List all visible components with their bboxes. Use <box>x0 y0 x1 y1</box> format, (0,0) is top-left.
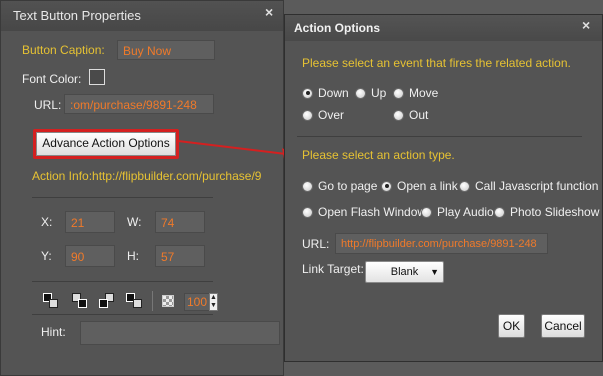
radio-label: Open Flash Window <box>318 205 427 219</box>
action-radio-open-flash-window[interactable]: Open Flash Window <box>302 205 426 219</box>
link-target-value: Blank <box>390 266 419 278</box>
bring-to-front-icon[interactable] <box>43 293 61 309</box>
radio-dot <box>355 87 366 99</box>
radio-label: Down <box>318 86 349 100</box>
action-url-label: URL: <box>302 237 330 251</box>
radio-label: Up <box>371 86 387 100</box>
radio-label: Over <box>318 108 345 122</box>
radio-dot <box>302 180 313 192</box>
right-close-icon[interactable]: × <box>582 17 590 33</box>
hint-label: Hint: <box>41 325 66 339</box>
action-radio-open-a-link[interactable]: Open a link <box>381 179 458 193</box>
separator <box>297 136 582 137</box>
action-radio-call-javascript[interactable]: Call Javascript function <box>459 179 598 193</box>
bring-forward-icon[interactable] <box>99 293 117 309</box>
opacity-input[interactable]: 100 <box>184 293 210 311</box>
url-input[interactable]: :om/purchase/9891-248 <box>64 94 214 114</box>
right-dialog-body: Please select an event that fires the re… <box>285 41 602 361</box>
event-radio-up[interactable]: Up <box>355 86 386 100</box>
separator <box>32 314 213 315</box>
toolbar-divider <box>152 291 153 311</box>
transparency-icon <box>162 295 174 307</box>
radio-dot <box>393 87 404 99</box>
radio-label: Move <box>409 86 439 100</box>
left-dialog-body: Button Caption: Buy Now Font Color: URL:… <box>1 31 283 375</box>
cancel-button[interactable]: Cancel <box>541 314 585 338</box>
pointer-arrow <box>178 140 296 159</box>
radio-label: Open a link <box>397 179 458 193</box>
separator <box>32 197 213 198</box>
link-target-label: Link Target: <box>302 262 364 276</box>
h-input[interactable]: 57 <box>155 245 205 267</box>
send-to-back-icon[interactable] <box>72 293 90 309</box>
action-options-dialog: Action Options × Please select an event … <box>284 14 603 362</box>
radio-label: Go to page <box>318 179 378 193</box>
event-radio-move[interactable]: Move <box>393 86 438 100</box>
hint-input[interactable] <box>80 321 280 345</box>
chevron-down-icon: ▼ <box>430 267 439 277</box>
radio-label: Play Audio <box>437 205 494 219</box>
y-input[interactable]: 90 <box>65 245 115 267</box>
action-radio-play-audio[interactable]: Play Audio <box>421 205 494 219</box>
text-button-properties-dialog: Text Button Properties × Button Caption:… <box>0 0 284 376</box>
radio-label: Out <box>409 108 429 122</box>
button-caption-label: Button Caption: <box>22 43 105 57</box>
left-dialog-title: Text Button Properties <box>1 1 283 31</box>
w-input[interactable]: 74 <box>155 211 205 233</box>
send-backward-icon[interactable] <box>126 293 144 309</box>
url-label: URL: <box>34 98 62 112</box>
advance-action-options-label: Advance Action Options <box>36 132 176 156</box>
separator <box>32 281 213 282</box>
h-label: H: <box>127 249 139 263</box>
radio-dot <box>302 109 313 121</box>
action-url-input[interactable]: http://flipbuilder.com/purchase/9891-248 <box>335 233 548 254</box>
radio-label: Call Javascript function <box>475 179 599 193</box>
event-prompt: Please select an event that fires the re… <box>302 56 571 70</box>
left-close-icon[interactable]: × <box>265 4 273 20</box>
action-radio-go-to-page[interactable]: Go to page <box>302 179 377 193</box>
radio-dot <box>302 206 313 218</box>
x-label: X: <box>41 215 53 229</box>
font-color-label: Font Color: <box>22 72 82 86</box>
link-target-select[interactable]: Blank ▼ <box>365 261 444 283</box>
button-caption-input[interactable]: Buy Now <box>117 40 215 60</box>
advance-action-options-button[interactable]: Advance Action Options <box>33 129 179 159</box>
right-dialog-title: Action Options <box>285 15 602 41</box>
event-radio-down[interactable]: Down <box>302 86 349 100</box>
radio-dot <box>494 206 505 218</box>
radio-dot <box>302 87 313 99</box>
radio-dot <box>421 206 432 218</box>
y-label: Y: <box>41 249 52 263</box>
radio-dot <box>393 109 404 121</box>
opacity-stepper[interactable]: ▲ ▼ <box>209 293 218 311</box>
radio-label: Photo Slideshow <box>510 205 600 219</box>
action-info-text: Action Info:http://flipbuilder.com/purch… <box>32 169 262 183</box>
w-label: W: <box>127 215 142 229</box>
radio-dot <box>381 180 392 192</box>
ok-button[interactable]: OK <box>498 314 525 338</box>
x-input[interactable]: 21 <box>65 211 115 233</box>
event-radio-out[interactable]: Out <box>393 108 428 122</box>
action-prompt: Please select an action type. <box>302 148 455 162</box>
event-radio-over[interactable]: Over <box>302 108 344 122</box>
font-color-swatch[interactable] <box>89 69 105 85</box>
radio-dot <box>459 180 470 192</box>
action-radio-photo-slideshow[interactable]: Photo Slideshow <box>494 205 599 219</box>
